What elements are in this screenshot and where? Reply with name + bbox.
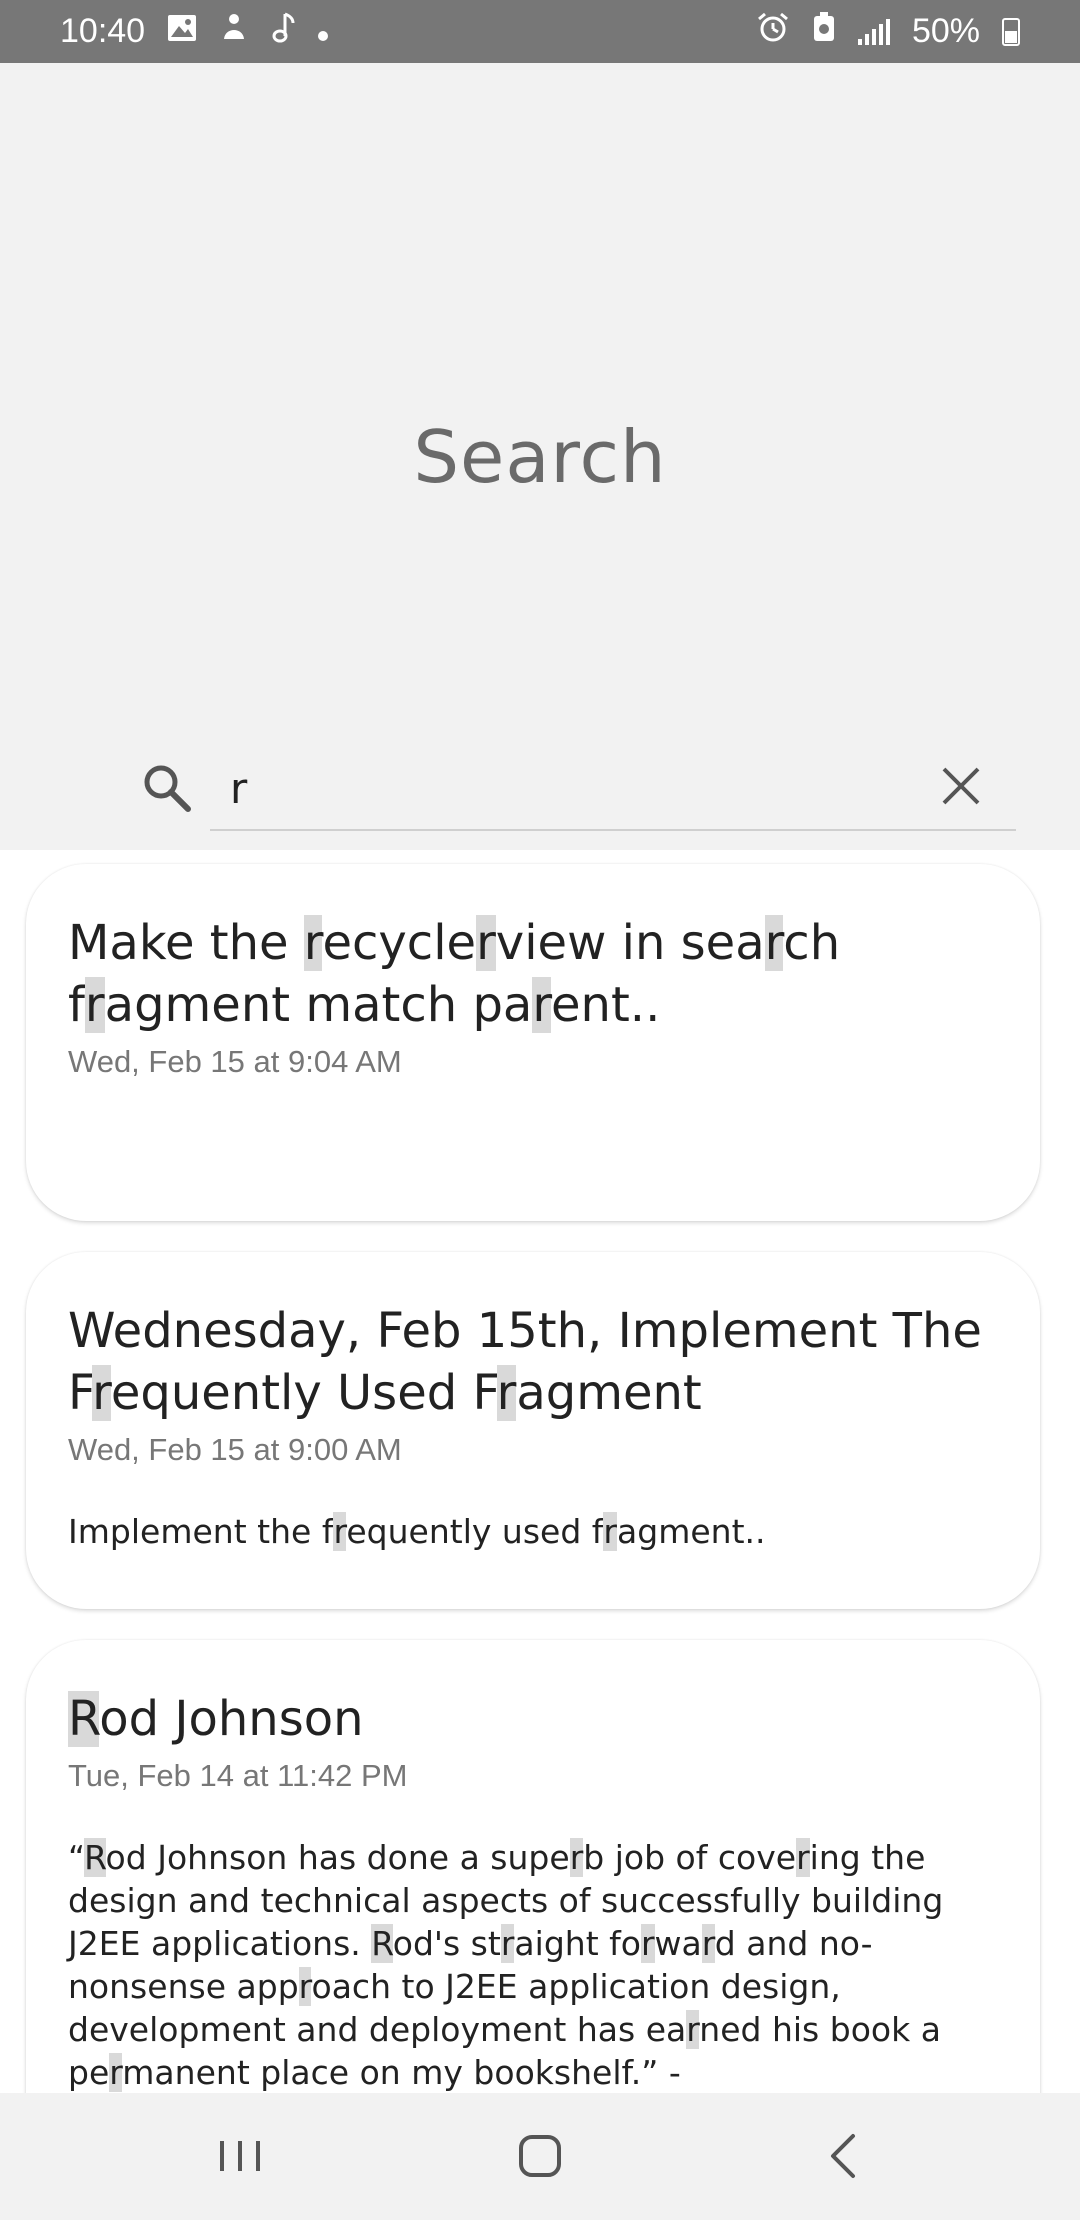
search-results-list: Make the recyclerview in search fragment… xyxy=(0,850,1080,2093)
note-body: “Rod Johnson has done a superb job of co… xyxy=(68,1838,944,2092)
status-bar: 10:40 50% xyxy=(0,0,1080,63)
music-note-icon xyxy=(271,11,295,52)
status-time: 10:40 xyxy=(60,12,146,50)
status-left: 10:40 xyxy=(60,11,329,52)
alarm-icon xyxy=(756,11,790,52)
status-right: 50% xyxy=(756,11,1020,52)
note-card[interactable]: Rod Johnson Tue, Feb 14 at 11:42 PM “Rod… xyxy=(26,1640,1040,2093)
note-body: Implement the frequently used fragment.. xyxy=(68,1512,766,1551)
note-card[interactable]: Wednesday, Feb 15th, Implement The Frequ… xyxy=(26,1252,1040,1609)
back-icon[interactable] xyxy=(805,2121,885,2191)
battery-percent: 50% xyxy=(911,12,980,50)
battery-saver-icon xyxy=(812,11,836,52)
note-title: Rod Johnson xyxy=(68,1691,364,1747)
navigation-bar xyxy=(0,2093,1080,2220)
header: Search xyxy=(0,63,1080,850)
note-title: Wednesday, Feb 15th, Implement The Frequ… xyxy=(68,1303,982,1421)
search-input[interactable] xyxy=(230,763,910,813)
note-card[interactable]: Make the recyclerview in search fragment… xyxy=(26,864,1040,1221)
search-field xyxy=(210,743,1016,831)
note-title: Make the recyclerview in search fragment… xyxy=(68,915,841,1033)
note-date: Tue, Feb 14 at 11:42 PM xyxy=(68,1758,408,1793)
dot-icon xyxy=(317,12,329,51)
home-icon[interactable] xyxy=(500,2121,580,2191)
close-icon[interactable] xyxy=(934,759,988,813)
note-date: Wed, Feb 15 at 9:04 AM xyxy=(68,1044,402,1079)
notification-icon xyxy=(219,12,249,51)
image-icon xyxy=(167,12,197,51)
page-title: Search xyxy=(413,415,667,499)
search-icon xyxy=(140,761,194,815)
note-date: Wed, Feb 15 at 9:00 AM xyxy=(68,1432,402,1467)
search-bar xyxy=(140,743,1016,833)
recent-apps-icon[interactable] xyxy=(200,2121,280,2191)
battery-icon xyxy=(1002,17,1020,46)
signal-icon xyxy=(857,18,890,45)
